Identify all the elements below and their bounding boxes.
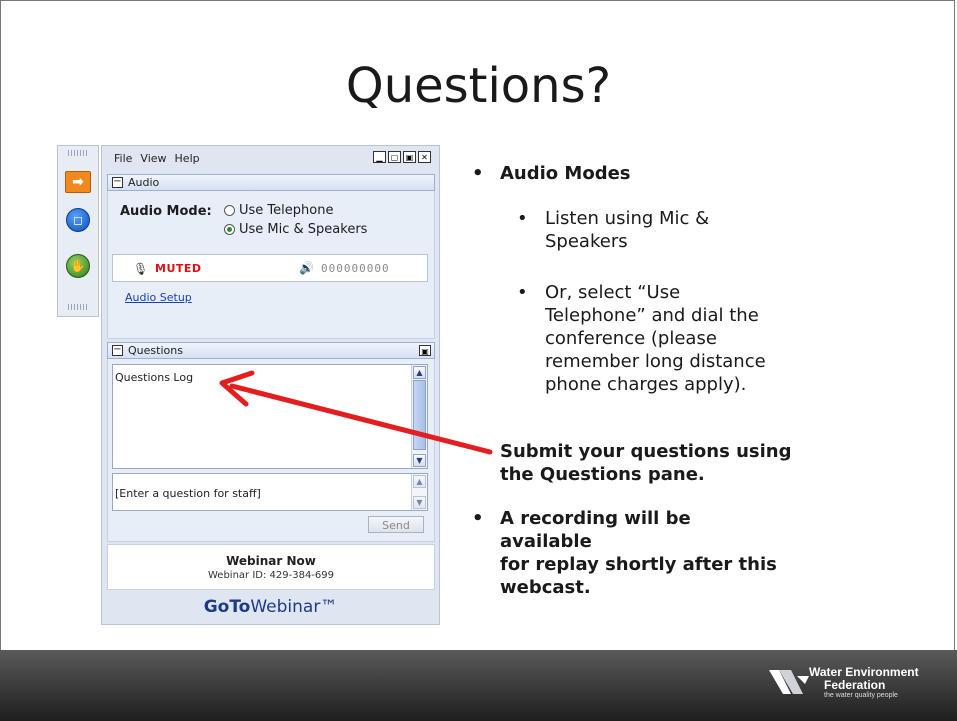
radio-use-telephone[interactable]: Use Telephone <box>224 203 333 218</box>
menu-bar: File View Help <box>114 152 200 165</box>
grip-handle-bottom[interactable] <box>68 304 88 310</box>
scroll-down-icon[interactable]: ▼ <box>413 454 426 467</box>
webinar-id: Webinar ID: 429-384-699 <box>207 570 334 581</box>
radio-use-telephone-label: Use Telephone <box>239 203 334 218</box>
send-button[interactable]: Send <box>368 516 424 533</box>
brand-rest: Webinar™ <box>250 597 338 617</box>
radio-use-mic-speakers-label: Use Mic & Speakers <box>239 222 368 237</box>
wef-tagline: the water quality people <box>824 692 898 699</box>
menu-help[interactable]: Help <box>175 152 200 165</box>
radio-unchecked-icon[interactable] <box>224 205 235 216</box>
questions-log: Questions Log ▲ ▼ <box>112 364 428 469</box>
questions-section-label: Questions <box>128 344 183 357</box>
collapse-questions-icon[interactable]: − <box>112 345 123 356</box>
radio-checked-icon[interactable] <box>224 224 235 235</box>
question-input[interactable] <box>113 474 411 510</box>
popout-questions-icon[interactable]: ▣ <box>419 345 431 356</box>
radio-use-mic-speakers[interactable]: Use Mic & Speakers <box>224 222 367 237</box>
log-scrollbar[interactable]: ▲ ▼ <box>411 365 427 468</box>
microphone-icon[interactable]: 🎙 <box>133 262 148 276</box>
audio-section-header[interactable]: − Audio <box>107 174 435 191</box>
raise-hand-icon[interactable]: ✋ <box>66 254 90 278</box>
questions-log-label: Questions Log <box>115 371 194 384</box>
input-scrollbar[interactable]: ▲ ▼ <box>411 474 427 510</box>
wef-name-line2: Federation <box>824 678 886 692</box>
gotowebinar-control-panel: File View Help ▁ ▢ ▣ ✕ − Audio Audio Mod… <box>101 145 440 625</box>
minimize-icon[interactable]: ▁ <box>373 151 386 163</box>
webinar-title: Webinar Now <box>226 554 316 568</box>
audio-mode-label: Audio Mode: <box>120 204 212 219</box>
speaker-icon: 🔊 <box>299 261 314 275</box>
input-scroll-up-icon[interactable]: ▲ <box>413 475 426 488</box>
webinar-info: Webinar Now Webinar ID: 429-384-699 <box>107 544 435 590</box>
window-controls: ▁ ▢ ▣ ✕ <box>373 151 431 163</box>
close-icon[interactable]: ✕ <box>418 151 431 163</box>
control-panel-toolbar: ➡ ◻ ✋ <box>57 145 99 317</box>
restore-icon[interactable]: ▢ <box>388 151 401 163</box>
muted-status: MUTED <box>155 262 202 275</box>
collapse-audio-icon[interactable]: − <box>112 177 123 188</box>
menu-file[interactable]: File <box>114 152 132 165</box>
gotowebinar-logo: GoToWebinar™ <box>102 590 439 624</box>
questions-section-header[interactable]: − Questions ▣ <box>107 342 435 359</box>
screen-view-icon[interactable]: ◻ <box>66 208 90 232</box>
slide-title: Questions? <box>345 58 612 114</box>
speaker-level-readout: 000000000 <box>321 262 390 275</box>
scroll-thumb[interactable] <box>413 380 426 450</box>
audio-section-label: Audio <box>128 176 160 189</box>
scroll-up-icon[interactable]: ▲ <box>413 366 426 379</box>
question-input-box: ▲ ▼ <box>112 473 428 511</box>
brand-bold: GoTo <box>203 597 251 617</box>
show-hide-arrow-icon[interactable]: ➡ <box>65 171 91 193</box>
wef-logo: Water Environment Federation the water q… <box>769 664 939 704</box>
grip-handle-top[interactable] <box>68 150 88 156</box>
menu-view[interactable]: View <box>140 152 166 165</box>
input-scroll-down-icon[interactable]: ▼ <box>413 496 426 509</box>
wef-mark-icon <box>769 670 809 694</box>
slide-footer: Water Environment Federation the water q… <box>0 650 957 721</box>
popout-icon[interactable]: ▣ <box>403 151 416 163</box>
wef-name-line1: Water Environment <box>809 665 919 679</box>
audio-status-box: 🎙 MUTED 🔊 000000000 <box>112 254 428 282</box>
audio-setup-link[interactable]: Audio Setup <box>125 291 192 304</box>
